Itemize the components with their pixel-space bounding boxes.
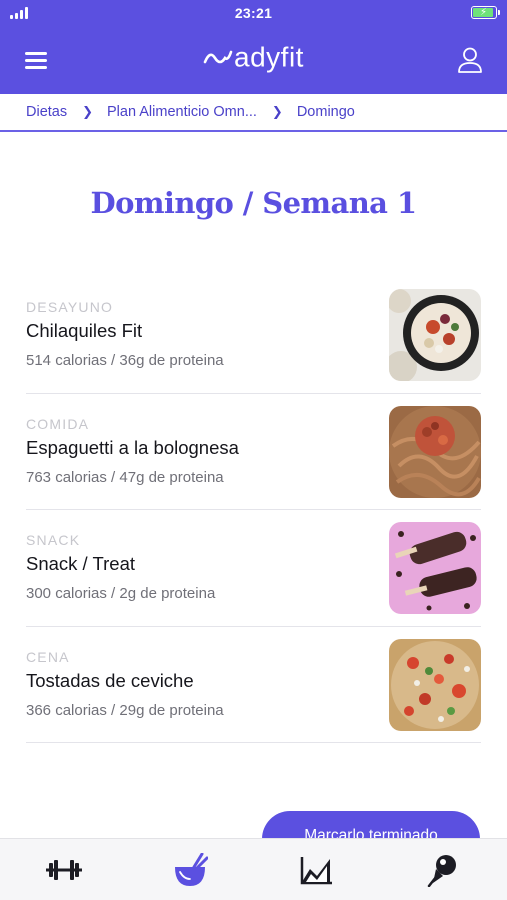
user-icon[interactable]	[457, 46, 483, 74]
meal-name: Chilaquiles Fit	[26, 320, 143, 341]
meal-name: Tostadas de ceviche	[26, 669, 194, 691]
breadcrumb: Dietas ❯ Plan Alimenticio Omn... ❯ Domin…	[0, 94, 507, 132]
logo-text: adyfit	[234, 41, 304, 73]
pushpin-icon[interactable]	[423, 853, 463, 887]
spaghetti-photo	[389, 405, 481, 498]
status-time: 23:21	[234, 5, 273, 21]
chocolate-popsicle-photo	[389, 522, 481, 614]
meal-item-snack[interactable]: SNACK Snack / Treat 300 calorias / 2g de…	[26, 510, 481, 627]
breadcrumb-dietas[interactable]: Dietas	[26, 104, 67, 120]
chilaquiles-photo	[389, 289, 481, 381]
meal-list: DESAYUNO Chilaquiles Fit 514 calorias / …	[26, 277, 481, 743]
breadcrumb-plan[interactable]: Plan Alimenticio Omn...	[107, 104, 257, 120]
chevron-right-icon: ❯	[271, 104, 283, 119]
meal-category: COMIDA	[26, 415, 90, 432]
meal-item-cena[interactable]: CENA Tostadas de ceviche 366 calorias / …	[26, 627, 481, 743]
progress-chart-icon[interactable]	[297, 853, 337, 887]
meal-nutrition: 366 calorias / 29g de proteina	[26, 701, 224, 719]
app-header: 23:21 ⚡ adyfit	[0, 0, 507, 94]
meal-nutrition: 514 calorias / 36g de proteina	[26, 352, 224, 369]
meal-category: CENA	[26, 648, 70, 665]
meal-nutrition: 300 calorias / 2g de proteina	[26, 585, 216, 602]
page-title: Domingo / Semana 1	[90, 186, 418, 220]
battery-icon: ⚡	[471, 6, 500, 19]
dumbbell-icon[interactable]	[44, 853, 84, 887]
food-bowl-icon[interactable]	[170, 853, 210, 887]
meal-item-comida[interactable]: COMIDA Espaguetti a la bolognesa 763 cal…	[26, 394, 481, 510]
meal-nutrition: 763 calorias / 47g de proteina	[26, 468, 224, 486]
status-bar: 23:21 ⚡	[0, 0, 507, 28]
bottom-tab-bar	[0, 838, 507, 900]
meal-category: SNACK	[26, 532, 81, 548]
meal-name: Espaguetti a la bolognesa	[26, 436, 239, 458]
chevron-right-icon: ❯	[82, 104, 94, 119]
app-logo: adyfit	[0, 40, 507, 74]
breadcrumb-current-day: Domingo	[296, 104, 355, 120]
meal-name: Snack / Treat	[26, 553, 135, 574]
meal-category: DESAYUNO	[26, 299, 114, 315]
meal-item-desayuno[interactable]: DESAYUNO Chilaquiles Fit 514 calorias / …	[26, 277, 481, 394]
logo-wave-icon	[203, 50, 233, 63]
ceviche-photo	[389, 638, 481, 731]
